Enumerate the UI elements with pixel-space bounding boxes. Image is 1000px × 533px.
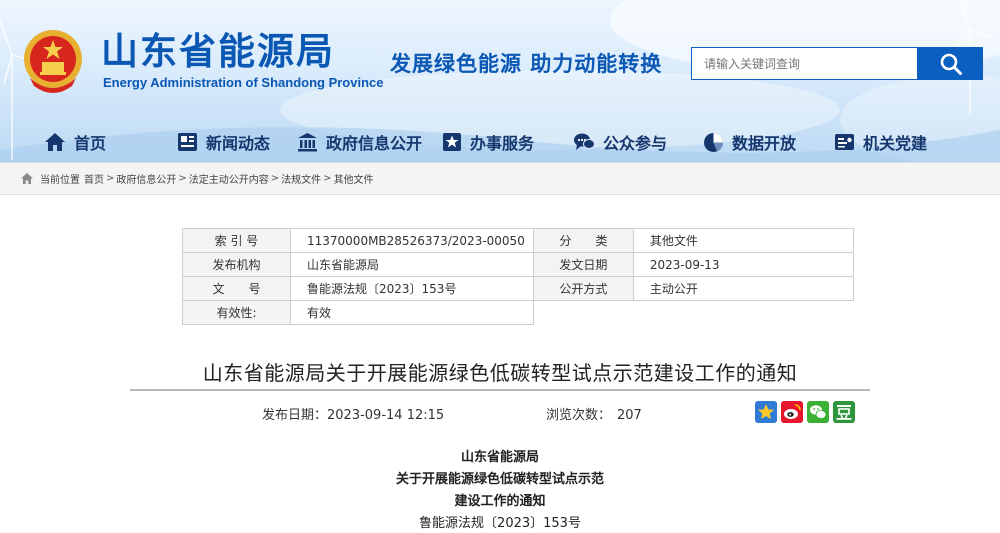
issue-date-value: 2023-09-13 xyxy=(632,252,854,277)
nav-item-home[interactable]: 首页 xyxy=(44,122,106,162)
nav-item-news[interactable]: 新闻动态 xyxy=(177,122,270,162)
nav-item-services[interactable]: 办事服务 xyxy=(442,122,534,162)
publish-date: 发布日期：2023-09-14 12:15 xyxy=(262,404,444,423)
breadcrumb-separator: > xyxy=(106,173,115,184)
wechat-icon xyxy=(807,401,829,423)
globe-chart-icon xyxy=(704,132,723,152)
validity-value: 有效 xyxy=(290,300,534,325)
share-douban-button[interactable] xyxy=(833,401,855,423)
government-building-icon xyxy=(298,133,317,152)
nav-item-label: 机关党建 xyxy=(863,134,928,153)
open-mode-label: 公开方式 xyxy=(532,276,634,301)
search-button[interactable] xyxy=(918,47,983,80)
share-qzone-button[interactable] xyxy=(755,401,777,423)
share-wechat-button[interactable] xyxy=(807,401,829,423)
document-number-value: 鲁能源法规〔2023〕153号 xyxy=(290,276,534,301)
publish-date-value: 2023-09-14 12:15 xyxy=(327,408,445,423)
nav-item-label: 公众参与 xyxy=(603,134,668,153)
issuer-label: 发布机构 xyxy=(182,252,291,277)
newspaper-icon xyxy=(178,133,197,151)
home-icon xyxy=(45,133,65,151)
nav-item-party-building[interactable]: 机关党建 xyxy=(834,122,927,162)
breadcrumb-link-gov-info[interactable]: 政府信息公开 xyxy=(116,171,176,186)
publish-date-label: 发布日期： xyxy=(262,408,328,423)
nav-item-public-participation[interactable]: 公众参与 xyxy=(573,122,667,162)
article-title: 山东省能源局关于开展能源绿色低碳转型试点示范建设工作的通知 xyxy=(202,361,798,385)
issuer-value: 山东省能源局 xyxy=(290,252,534,277)
index-number-label: 索 引 号 xyxy=(182,228,291,253)
table-row: 有效性: 有效 xyxy=(182,300,854,325)
breadcrumb-separator: > xyxy=(323,173,332,184)
breadcrumb-separator: > xyxy=(270,173,280,184)
table-row: 索 引 号 11370000MB28526373/2023-00050 分 类 … xyxy=(182,228,854,253)
search-input[interactable] xyxy=(691,47,918,80)
nav-item-label: 首页 xyxy=(74,134,107,153)
open-mode-value: 主动公开 xyxy=(632,276,854,301)
nav-item-label: 办事服务 xyxy=(470,134,535,153)
category-value: 其他文件 xyxy=(632,228,854,253)
site-title-english: Energy Administration of Shandong Provin… xyxy=(103,75,384,90)
douban-icon xyxy=(833,401,855,423)
main-nav: 首页 新闻动态 政府信息公开 办事服务 公众参与 数据开放 机关党建 xyxy=(0,122,1000,162)
breadcrumb-link-home[interactable]: 首页 xyxy=(84,171,104,186)
document-number-label: 文 号 xyxy=(182,276,291,301)
view-count-value: 207 xyxy=(617,408,642,423)
breadcrumb-link-other-documents[interactable]: 其他文件 xyxy=(334,171,374,186)
table-empty-cell xyxy=(533,301,853,325)
view-count-label: 浏览次数： xyxy=(546,408,612,423)
table-row: 文 号 鲁能源法规〔2023〕153号 公开方式 主动公开 xyxy=(182,276,854,301)
nav-item-label: 新闻动态 xyxy=(206,134,271,153)
nav-item-label: 政府信息公开 xyxy=(326,134,423,153)
issue-date-label: 发文日期 xyxy=(532,252,634,277)
title-divider xyxy=(130,389,870,391)
breadcrumb-link-statutory-disclosure[interactable]: 法定主动公开内容 xyxy=(189,171,269,186)
index-number-value: 11370000MB28526373/2023-00050 xyxy=(290,228,534,253)
weibo-icon xyxy=(781,401,803,423)
share-weibo-button[interactable] xyxy=(781,401,803,423)
site-title: 山东省能源局 xyxy=(101,30,335,73)
document-metadata-table: 索 引 号 11370000MB28526373/2023-00050 分 类 … xyxy=(182,228,854,325)
national-emblem-icon xyxy=(24,30,82,93)
view-count: 浏览次数： 207 xyxy=(546,404,642,423)
body-title-line-2: 建设工作的通知 xyxy=(454,494,546,509)
body-title-line-1: 关于开展能源绿色低碳转型试点示范 xyxy=(395,472,604,487)
star-badge-icon xyxy=(443,133,461,151)
site-slogan: 发展绿色能源 助力动能转换 xyxy=(390,52,663,76)
share-bar xyxy=(755,401,855,423)
home-icon xyxy=(21,173,33,184)
category-label: 分 类 xyxy=(532,228,634,253)
site-header: 山东省能源局 Energy Administration of Shandong… xyxy=(0,0,1000,162)
search-icon xyxy=(940,53,962,75)
body-issuer-heading: 山东省能源局 xyxy=(460,450,539,465)
validity-label: 有效性: xyxy=(182,300,291,325)
breadcrumb: 当前位置 首页 > 政府信息公开 > 法定主动公开内容 > 法规文件 > 其他文… xyxy=(0,162,1000,195)
breadcrumb-link-regulations[interactable]: 法规文件 xyxy=(281,171,321,186)
party-id-icon xyxy=(835,134,854,150)
nav-item-label: 数据开放 xyxy=(732,134,797,153)
breadcrumb-separator: > xyxy=(178,173,187,184)
table-row: 发布机构 山东省能源局 发文日期 2023-09-13 xyxy=(182,252,854,277)
nav-item-open-data[interactable]: 数据开放 xyxy=(703,122,796,162)
chat-bubbles-icon xyxy=(574,133,595,150)
body-document-number: 鲁能源法规〔2023〕153号 xyxy=(419,516,581,531)
breadcrumb-prefix: 当前位置 xyxy=(40,175,80,186)
nav-item-gov-info[interactable]: 政府信息公开 xyxy=(297,122,422,162)
qzone-star-icon xyxy=(755,401,777,423)
